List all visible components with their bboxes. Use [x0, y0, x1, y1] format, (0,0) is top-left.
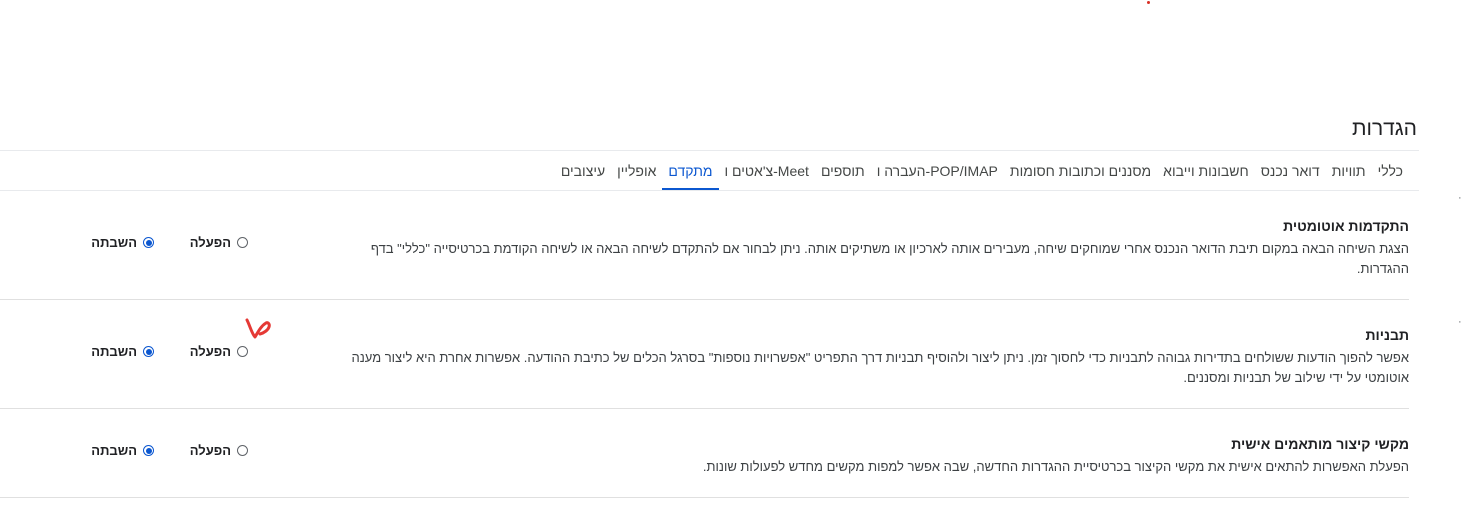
auto-advance-disable-option[interactable]: השבתה [91, 235, 154, 250]
shortcuts-enable-option[interactable]: הפעלה [190, 443, 248, 458]
radio-enable[interactable] [237, 346, 248, 357]
tab-addons[interactable]: תוספים [815, 151, 871, 190]
tab-labels[interactable]: תוויות [1326, 151, 1372, 190]
settings-tabs: כללי תוויות דואר נכנס חשבונות וייבוא מסנ… [555, 151, 1409, 190]
tab-themes[interactable]: עיצובים [555, 151, 611, 190]
tab-inbox[interactable]: דואר נכנס [1255, 151, 1326, 190]
tab-accounts-import[interactable]: חשבונות וייבוא [1157, 151, 1255, 190]
tab-chat-meet[interactable]: צ'אטים ו-Meet [719, 151, 815, 190]
radio-group-auto-advance: הפעלה השבתה [80, 235, 260, 255]
radio-enable[interactable] [237, 237, 248, 248]
setting-auto-advance: התקדמות אוטומטית הצגת השיחה הבאה במקום ת… [0, 191, 1409, 300]
setting-title: תבניות [1365, 327, 1409, 343]
tab-general[interactable]: כללי [1372, 151, 1409, 190]
radio-disable[interactable] [143, 346, 154, 357]
setting-description: הצגת השיחה הבאה במקום תיבת הדואר הנכנס א… [370, 241, 1409, 276]
setting-text: מקשי קיצור מותאמים אישית הפעלת האפשרות ל… [329, 435, 1409, 477]
radio-disable[interactable] [143, 445, 154, 456]
setting-templates: תבניות אפשר להפוך הודעות ששולחים בתדירות… [0, 300, 1409, 409]
setting-title: מקשי קיצור מותאמים אישית [1231, 436, 1409, 452]
radio-disable-label: השבתה [91, 235, 137, 250]
setting-text: התקדמות אוטומטית הצגת השיחה הבאה במקום ת… [329, 217, 1409, 279]
setting-description: אפשר להפוך הודעות ששולחים בתדירות גבוהה … [351, 350, 1409, 385]
page-title: הגדרות [1351, 117, 1417, 140]
shortcuts-disable-option[interactable]: השבתה [91, 443, 154, 458]
setting-text: תבניות אפשר להפוך הודעות ששולחים בתדירות… [329, 326, 1409, 388]
setting-title: התקדמות אוטומטית [1283, 218, 1409, 234]
setting-description: הפעלת האפשרות להתאים אישית את מקשי הקיצו… [702, 459, 1409, 474]
edge-mark-icon: · [1458, 316, 1462, 328]
tab-forwarding-pop-imap[interactable]: העברה ו-POP/IMAP [871, 151, 1004, 190]
edge-mark-icon: · [1458, 192, 1462, 204]
radio-enable[interactable] [237, 445, 248, 456]
tab-advanced[interactable]: מתקדם [662, 151, 719, 190]
radio-group-custom-shortcuts: הפעלה השבתה [80, 443, 260, 463]
radio-enable-label: הפעלה [189, 344, 231, 359]
radio-disable[interactable] [143, 237, 154, 248]
radio-disable-label: השבתה [91, 344, 137, 359]
setting-custom-shortcuts: מקשי קיצור מותאמים אישית הפעלת האפשרות ל… [0, 409, 1409, 498]
templates-enable-option[interactable]: הפעלה [190, 344, 248, 359]
radio-group-templates: הפעלה השבתה [80, 344, 260, 364]
stray-red-dot [1147, 1, 1150, 4]
auto-advance-enable-option[interactable]: הפעלה [190, 235, 248, 250]
tab-filters-blocked[interactable]: מסננים וכתובות חסומות [1004, 151, 1157, 190]
radio-disable-label: השבתה [91, 443, 137, 458]
tab-offline[interactable]: אופליין [611, 151, 662, 190]
radio-enable-label: הפעלה [189, 235, 231, 250]
red-check-annotation-icon [245, 318, 271, 339]
radio-enable-label: הפעלה [189, 443, 231, 458]
templates-disable-option[interactable]: השבתה [91, 344, 154, 359]
